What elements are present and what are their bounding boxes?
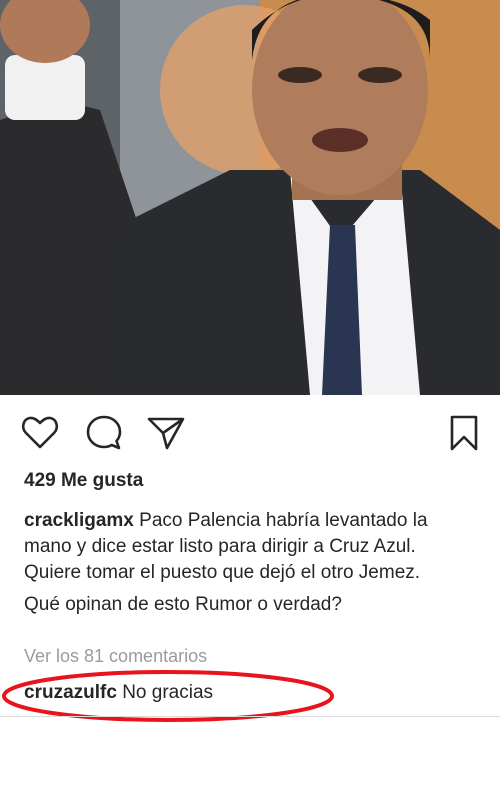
view-comments-link[interactable]: Ver los 81 comentarios	[24, 646, 207, 667]
likes-count[interactable]: 429 Me gusta	[24, 470, 143, 492]
comment-bubble-icon[interactable]	[84, 413, 124, 453]
bookmark-icon[interactable]	[444, 413, 484, 453]
comment-username[interactable]: cruzazulfc	[24, 682, 117, 703]
heart-icon[interactable]	[20, 413, 60, 453]
post-photo[interactable]	[0, 0, 500, 395]
caption-username[interactable]: crackligamx	[24, 510, 134, 531]
caption-question: Qué opinan de esto Rumor o verdad?	[24, 594, 342, 615]
comment-text: No gracias	[122, 682, 214, 703]
divider	[0, 716, 500, 717]
post-caption: crackligamx Paco Palencia habría levanta…	[24, 508, 464, 618]
comment: cruzazulfc No gracias	[24, 682, 213, 704]
paper-plane-icon[interactable]	[146, 413, 186, 453]
post-actions-bar	[0, 395, 500, 465]
post-photo-illustration	[0, 0, 500, 395]
